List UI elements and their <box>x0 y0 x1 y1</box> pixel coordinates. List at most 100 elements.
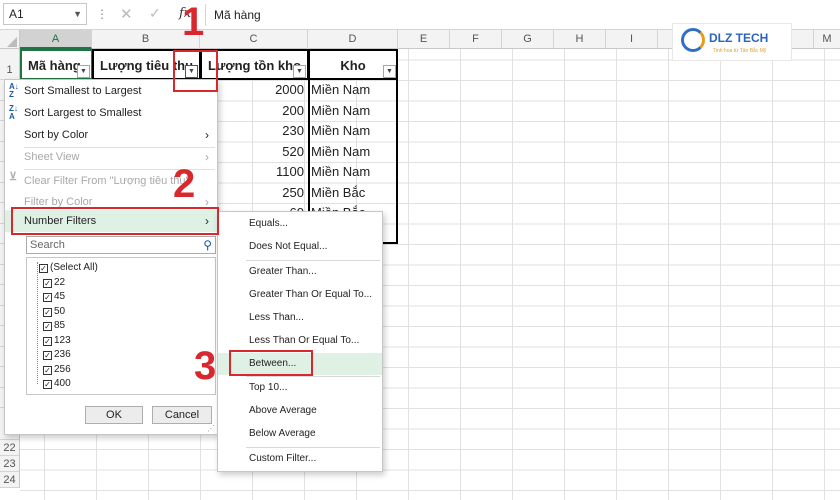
checkbox-value[interactable]: ✓ 22 <box>43 276 65 290</box>
checkbox-label: 85 <box>54 320 66 331</box>
cell-store-2[interactable]: Miền Nam <box>308 101 398 122</box>
menu-item-custom-filter[interactable]: Custom Filter... <box>218 448 382 470</box>
select-all-corner[interactable] <box>0 30 20 49</box>
menu-item-top-10[interactable]: Top 10... <box>218 377 382 399</box>
more-options-icon[interactable]: ⋮ <box>96 7 108 21</box>
cell-store-6[interactable]: Miền Bắc <box>308 183 398 204</box>
checkbox-value[interactable]: ✓ 85 <box>43 319 65 333</box>
checkbox-value[interactable]: ✓ 123 <box>43 334 71 348</box>
logo-name: DLZ TECH <box>709 31 769 45</box>
column-header-f[interactable]: F <box>450 30 502 49</box>
annotation-step-1: 1 <box>182 0 205 44</box>
header-label-luong-ton-kho: Lượng tồn kho <box>208 58 302 73</box>
column-header-i[interactable]: I <box>606 30 658 49</box>
chevron-right-icon: › <box>205 128 209 142</box>
check-icon: ✓ <box>43 336 52 346</box>
sort-ascending-icon: A↓ Z <box>9 82 19 99</box>
checkbox-label: (Select All) <box>50 262 98 273</box>
annotation-step-2: 2 <box>173 162 196 206</box>
checkbox-label: 256 <box>54 363 71 375</box>
column-header-e[interactable]: E <box>398 30 450 49</box>
column-header-c[interactable]: C <box>200 30 308 49</box>
checkbox-label: 45 <box>54 291 66 302</box>
checkbox-select-all[interactable]: ✓ (Select All) <box>39 261 98 275</box>
sort-descending-icon: Z↓ A <box>9 104 18 121</box>
check-icon: ✓ <box>39 264 48 273</box>
sort-by-color-label: Sort by Color <box>24 129 89 141</box>
number-filters-submenu: Equals... Does Not Equal... Greater Than… <box>217 211 383 472</box>
row-header-24[interactable]: 24 <box>0 472 20 488</box>
sort-ascending-label: Sort Smallest to Largest <box>24 85 142 97</box>
checkbox-label: 123 <box>54 334 71 346</box>
filter-search-input[interactable]: Search ⚲ <box>26 236 216 254</box>
check-icon: ✓ <box>43 351 52 360</box>
menu-item-does-not-equal[interactable]: Does Not Equal... <box>218 236 382 258</box>
menu-item-less-than-or-equal[interactable]: Less Than Or Equal To... <box>218 330 382 352</box>
name-box[interactable]: A1 ▼ <box>3 3 87 25</box>
checkbox-label: 236 <box>54 349 71 360</box>
filter-values-list[interactable]: ✓ (Select All) ✓ 22 ✓ 45 ✓ 50 ✓ 85 ✓ 123 ✓ 236 … <box>26 257 216 395</box>
annotation-step-3: 3 <box>194 344 217 388</box>
cell-store-3[interactable]: Miền Nam <box>308 121 398 142</box>
checkbox-value[interactable]: ✓ 45 <box>43 290 65 304</box>
search-icon: ⚲ <box>203 238 212 252</box>
menu-item-less-than[interactable]: Less Than... <box>218 307 382 329</box>
search-placeholder: Search <box>30 239 65 251</box>
chevron-right-icon: › <box>205 150 209 164</box>
column-header-a[interactable]: A <box>20 30 92 49</box>
resize-grip-icon[interactable]: ⋰ <box>207 424 215 433</box>
highlight-step-1 <box>173 50 218 92</box>
column-header-d[interactable]: D <box>308 30 398 49</box>
logo-tagline: Tinh hoa từ Tân Bắc Mỹ <box>713 48 767 54</box>
sheet-view-label: Sheet View <box>24 151 80 163</box>
name-box-value: A1 <box>9 7 24 21</box>
header-label-ma-hang: Mã hàng <box>28 58 81 73</box>
filter-button-ma-hang[interactable]: ▼ <box>77 65 90 78</box>
header-cell-ma-hang[interactable]: Mã hàng ▼ <box>20 49 92 80</box>
chevron-down-icon[interactable]: ▼ <box>73 4 82 24</box>
checkbox-value[interactable]: ✓ 236 <box>43 348 71 362</box>
checkbox-value[interactable]: ✓ 256 <box>43 363 71 377</box>
checkbox-label: 50 <box>54 305 66 317</box>
check-icon: ✓ <box>43 365 52 375</box>
filter-button-luong-ton-kho[interactable]: ▼ <box>293 65 306 78</box>
sort-descending-item[interactable]: Z↓ A Sort Largest to Smallest <box>5 102 217 124</box>
menu-item-equals[interactable]: Equals... <box>218 213 382 235</box>
check-icon: ✓ <box>43 293 52 302</box>
enter-icon[interactable]: ✓ <box>149 5 161 22</box>
menu-item-above-average[interactable]: Above Average <box>218 400 382 422</box>
highlight-step-2 <box>11 207 219 235</box>
checkbox-value[interactable]: ✓ 400 <box>43 377 71 391</box>
sort-descending-label: Sort Largest to Smallest <box>24 107 142 119</box>
cancel-button[interactable]: Cancel <box>152 406 212 424</box>
column-header-h[interactable]: H <box>554 30 606 49</box>
menu-item-greater-than-or-equal[interactable]: Greater Than Or Equal To... <box>218 284 382 306</box>
menu-item-greater-than[interactable]: Greater Than... <box>218 261 382 283</box>
check-icon: ✓ <box>43 307 52 317</box>
row-header-23[interactable]: 23 <box>0 456 20 472</box>
cell-store-4[interactable]: Miền Nam <box>308 142 398 163</box>
logo-mark-icon <box>681 28 705 52</box>
header-label-kho: Kho <box>340 58 366 73</box>
ok-button[interactable]: OK <box>85 406 143 424</box>
filter-button-kho[interactable]: ▼ <box>383 65 396 78</box>
checkbox-value[interactable]: ✓ 50 <box>43 305 65 319</box>
row-header-1[interactable]: 1 <box>0 49 20 80</box>
sort-by-color-item[interactable]: Sort by Color › <box>5 124 217 146</box>
cell-store-5[interactable]: Miền Nam <box>308 162 398 183</box>
checkbox-label: 400 <box>54 378 71 389</box>
checkbox-label: 22 <box>54 276 66 288</box>
header-cell-kho[interactable]: Kho ▼ <box>308 49 398 80</box>
check-icon: ✓ <box>43 380 52 389</box>
clear-filter-label: Clear Filter From "Lượng tiêu thụ" <box>24 175 190 187</box>
autofilter-dropdown: A↓ Z Sort Smallest to Largest Z↓ A Sort La… <box>4 79 218 435</box>
row-header-22[interactable]: 22 <box>0 440 20 456</box>
column-header-m[interactable]: M <box>814 30 840 49</box>
column-header-g[interactable]: G <box>502 30 554 49</box>
cell-store-1[interactable]: Miền Nam <box>308 80 398 101</box>
brand-logo: DLZ TECH Tinh hoa từ Tân Bắc Mỹ <box>672 23 792 61</box>
menu-item-below-average[interactable]: Below Average <box>218 423 382 445</box>
cancel-icon[interactable]: ✕ <box>120 5 133 23</box>
highlight-step-3 <box>229 350 313 376</box>
clear-filter-icon: ⊻ <box>9 171 18 183</box>
